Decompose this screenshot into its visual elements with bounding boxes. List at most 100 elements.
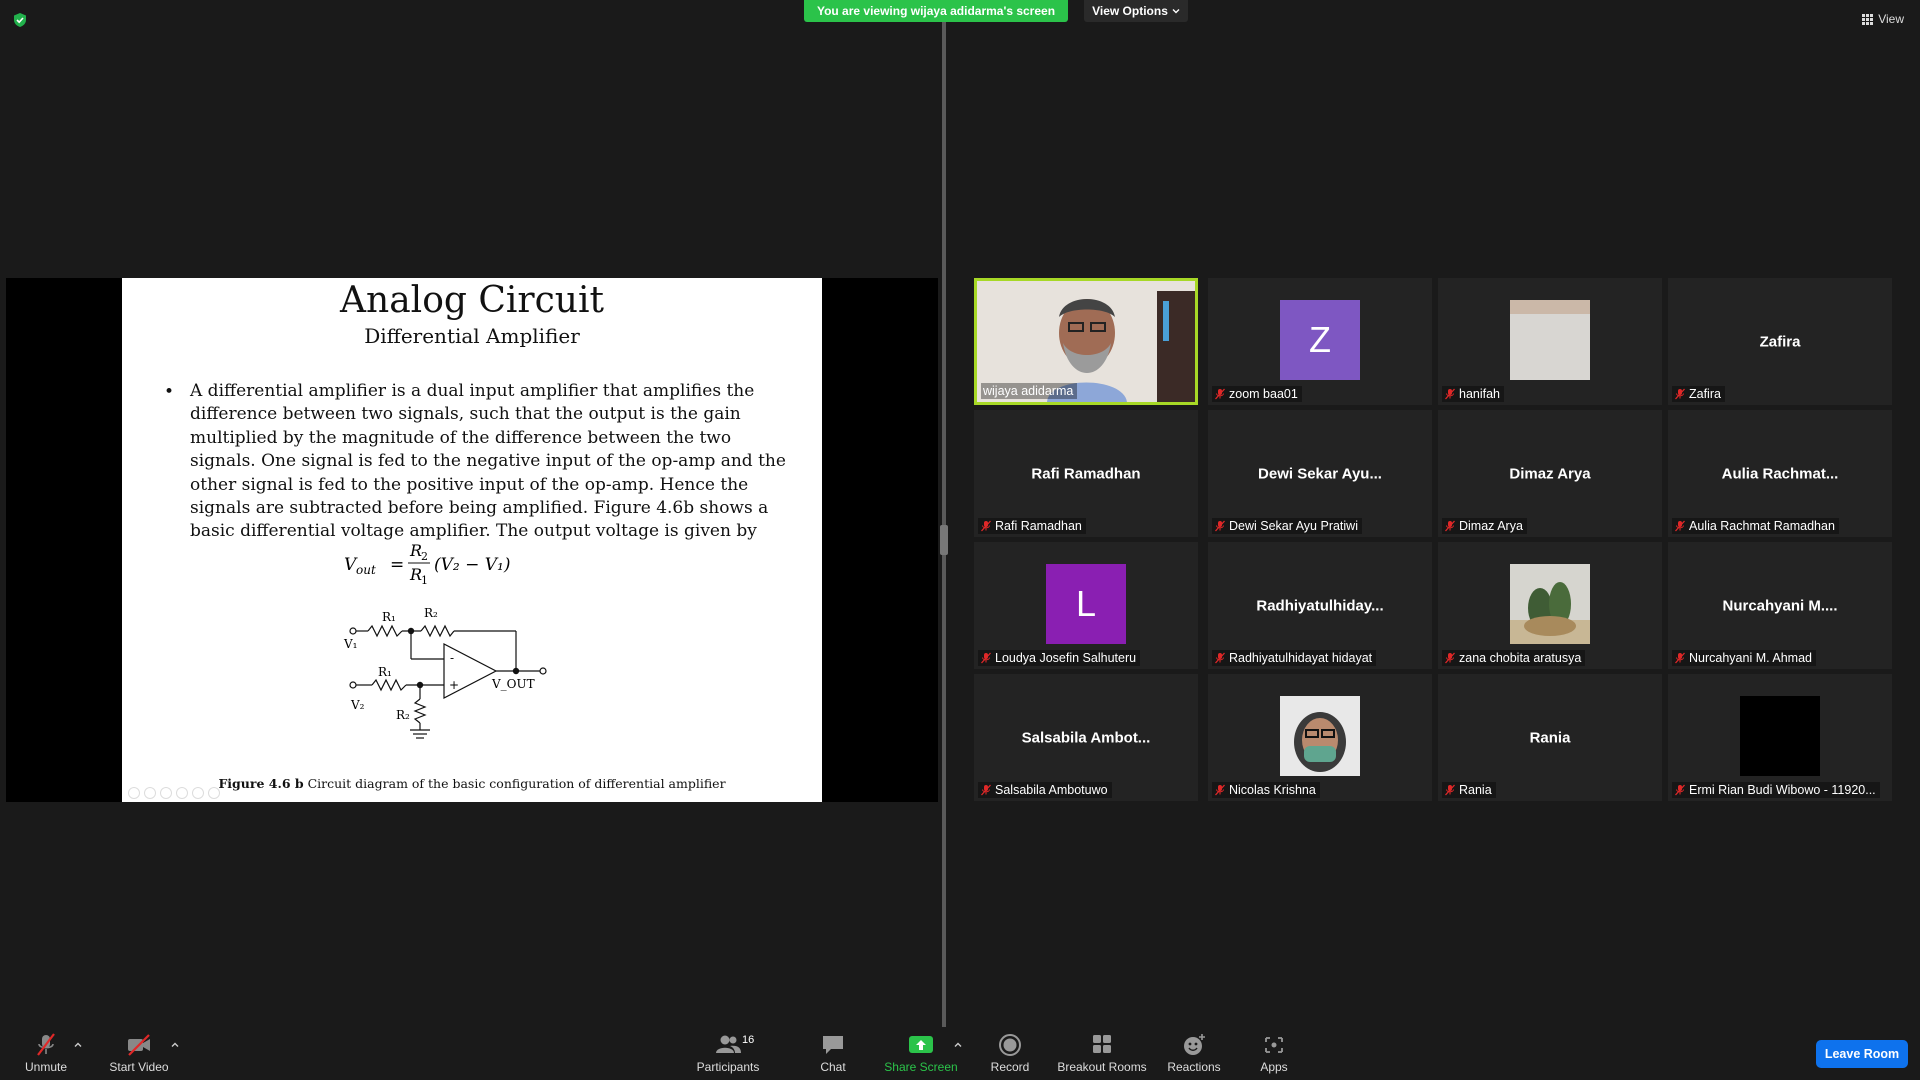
- breakout-rooms-icon: [1093, 1035, 1111, 1053]
- participant-tile[interactable]: Dimaz Arya Dimaz Arya: [1438, 410, 1662, 537]
- share-screen-label: Share Screen: [884, 1060, 958, 1074]
- leave-room-button[interactable]: Leave Room: [1816, 1040, 1908, 1068]
- chevron-up-icon[interactable]: [170, 1040, 180, 1050]
- microphone-muted-icon: [1215, 388, 1225, 400]
- microphone-muted-icon: [1675, 652, 1685, 664]
- shield-icon[interactable]: [12, 12, 28, 28]
- start-video-button[interactable]: Start Video: [104, 1032, 174, 1076]
- unmute-button[interactable]: Unmute: [18, 1032, 74, 1076]
- view-options-button[interactable]: View Options: [1084, 0, 1188, 22]
- participant-tile[interactable]: Radhiyatulhiday... Radhiyatulhidayat hida…: [1208, 542, 1432, 669]
- participant-name: Dewi Sekar Ayu Pratiwi: [1229, 519, 1358, 533]
- slide-nav-control[interactable]: [128, 787, 140, 799]
- record-label: Record: [990, 1060, 1030, 1074]
- participant-name-tag: Zafira: [1672, 386, 1725, 402]
- participant-avatar: L: [1046, 564, 1126, 644]
- output-voltage-formula: V out = R 2 R 1 (V₂ − V₁): [344, 541, 511, 586]
- participant-name: wijaya adidarma: [983, 384, 1074, 398]
- share-screen-icon: [909, 1036, 933, 1053]
- participant-tile[interactable]: zana chobita aratusya: [1438, 542, 1662, 669]
- microphone-muted-icon: [981, 784, 991, 796]
- microphone-muted-icon: [1215, 784, 1225, 796]
- participant-tile[interactable]: Zzoom baa01: [1208, 278, 1432, 405]
- slide-title: Analog Circuit: [340, 280, 604, 321]
- participant-tile[interactable]: Nurcahyani M.... Nurcahyani M. Ahmad: [1668, 542, 1892, 669]
- chevron-up-icon[interactable]: [73, 1040, 83, 1050]
- participant-name: Ermi Rian Budi Wibowo - 11920...: [1689, 783, 1876, 797]
- reactions-button[interactable]: Reactions: [1164, 1032, 1224, 1076]
- participant-tile[interactable]: Salsabila Ambot... Salsabila Ambotuwo: [974, 674, 1198, 801]
- participant-name-tag: hanifah: [1442, 386, 1505, 402]
- participant-display-name: Nurcahyani M....: [1722, 597, 1838, 614]
- view-layout-button[interactable]: View: [1862, 10, 1904, 28]
- participant-name: Zafira: [1689, 387, 1721, 401]
- microphone-muted-icon: [1445, 388, 1455, 400]
- participant-name-tag: Nicolas Krishna: [1212, 782, 1320, 798]
- participant-name: Nicolas Krishna: [1229, 783, 1316, 797]
- slide-subtitle: Differential Amplifier: [364, 324, 580, 348]
- participant-name: Rafi Ramadhan: [995, 519, 1082, 533]
- participant-name: Dimaz Arya: [1459, 519, 1523, 533]
- participant-tile[interactable]: hanifah: [1438, 278, 1662, 405]
- participant-name-tag: zoom baa01: [1212, 386, 1302, 402]
- record-button[interactable]: Record: [988, 1032, 1032, 1076]
- figure-caption-bold: Figure 4.6 b: [218, 776, 304, 791]
- differential-amplifier-circuit: R₁ R₂ V₁ - + R₁ V₂ R₂ V_OUT: [343, 606, 547, 739]
- microphone-muted-icon: [37, 1033, 55, 1056]
- meeting-toolbar: [0, 1027, 1920, 1080]
- participant-tile[interactable]: L Loudya Josefin Salhuteru: [974, 542, 1198, 669]
- participants-count: 16: [742, 1034, 755, 1046]
- label-plus: +: [449, 678, 459, 692]
- participant-display-name: Dimaz Arya: [1509, 465, 1591, 482]
- participant-display-name: Salsabila Ambot...: [1021, 729, 1151, 746]
- participant-tile[interactable]: Rania Rania: [1438, 674, 1662, 801]
- slide-body-text: A differential amplifier is a dual input…: [190, 381, 786, 542]
- participants-label: Participants: [696, 1060, 760, 1074]
- participant-tile[interactable]: Ermi Rian Budi Wibowo - 11920...: [1668, 674, 1892, 801]
- presentation-slide: Analog Circuit Differential Amplifier • …: [122, 278, 822, 802]
- participant-name-tag: Salsabila Ambotuwo: [978, 782, 1112, 798]
- participant-display-name: Zafira: [1759, 333, 1801, 350]
- viewing-screen-banner: You are viewing wijaya adidarma's screen: [804, 0, 1068, 22]
- view-label: View: [1878, 12, 1904, 26]
- participant-name: zoom baa01: [1229, 387, 1298, 401]
- microphone-muted-icon: [1445, 784, 1455, 796]
- share-screen-button[interactable]: Share Screen: [884, 1032, 958, 1076]
- label-r1-top: R₁: [382, 610, 396, 624]
- breakout-rooms-button[interactable]: Breakout Rooms: [1056, 1032, 1148, 1076]
- split-divider-handle[interactable]: [940, 525, 948, 555]
- participant-name-tag: Dewi Sekar Ayu Pratiwi: [1212, 518, 1362, 534]
- slide-nav-control[interactable]: [144, 787, 156, 799]
- participant-tile[interactable]: Zafira Zafira: [1668, 278, 1892, 405]
- participant-name: Salsabila Ambotuwo: [995, 783, 1108, 797]
- participant-tile[interactable]: Aulia Rachmat... Aulia Rachmat Ramadhan: [1668, 410, 1892, 537]
- chat-button[interactable]: Chat: [812, 1032, 854, 1076]
- chevron-up-icon[interactable]: [953, 1040, 963, 1050]
- apps-button[interactable]: Apps: [1254, 1032, 1294, 1076]
- participant-tile[interactable]: Nicolas Krishna: [1208, 674, 1432, 801]
- participant-name-tag: Loudya Josefin Salhuteru: [978, 650, 1141, 666]
- participant-name: Rania: [1459, 783, 1492, 797]
- participant-photo: [1510, 300, 1590, 380]
- smiley-icon: [1184, 1034, 1205, 1055]
- slide-nav-controls: [128, 787, 220, 799]
- participant-tile[interactable]: Dewi Sekar Ayu... Dewi Sekar Ayu Pratiwi: [1208, 410, 1432, 537]
- grid-icon: [1862, 13, 1874, 25]
- microphone-muted-icon: [981, 520, 991, 532]
- slide-nav-control[interactable]: [160, 787, 172, 799]
- participant-avatar: Z: [1280, 300, 1360, 380]
- participants-icon: [716, 1035, 741, 1053]
- participant-name-tag: Ermi Rian Budi Wibowo - 11920...: [1672, 782, 1880, 798]
- shared-screen: Analog Circuit Differential Amplifier • …: [6, 278, 938, 802]
- participant-tile[interactable]: wijaya adidarma: [974, 278, 1198, 405]
- participant-name-tag: wijaya adidarma: [981, 383, 1078, 399]
- slide-nav-control[interactable]: [192, 787, 204, 799]
- label-r2-bottom: R₂: [396, 708, 410, 722]
- participant-display-name: Dewi Sekar Ayu...: [1258, 465, 1382, 482]
- participant-tile[interactable]: Rafi Ramadhan Rafi Ramadhan: [974, 410, 1198, 537]
- microphone-muted-icon: [1445, 520, 1455, 532]
- slide-nav-control[interactable]: [176, 787, 188, 799]
- slide-nav-control[interactable]: [208, 787, 220, 799]
- microphone-muted-icon: [1215, 652, 1225, 664]
- view-options-label: View Options: [1092, 4, 1168, 18]
